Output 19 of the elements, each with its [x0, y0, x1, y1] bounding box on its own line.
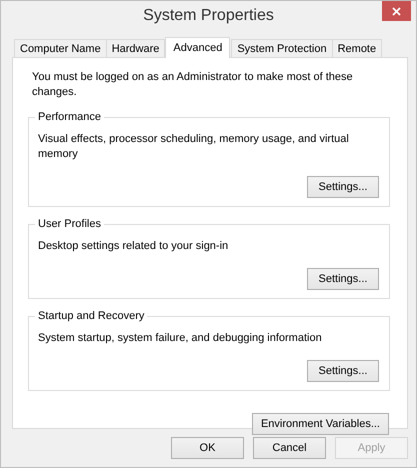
group-title: Startup and Recovery [35, 309, 148, 324]
group-description: Visual effects, processor scheduling, memory usage, and virtual memory [38, 132, 350, 162]
close-button[interactable] [382, 1, 411, 21]
tab[interactable]: Hardware [106, 39, 166, 57]
settings-button[interactable]: Settings... [307, 360, 379, 382]
tab[interactable]: Remote [332, 39, 382, 57]
tab[interactable]: Advanced [165, 37, 230, 58]
dialog-button[interactable]: OK [171, 437, 244, 459]
environment-variables-button[interactable]: Environment Variables... [252, 413, 389, 435]
dialog-button[interactable]: Cancel [253, 437, 326, 459]
group-description: Desktop settings related to your sign-in [38, 239, 230, 254]
group-description: System startup, system failure, and debugging information [38, 331, 323, 346]
tab[interactable]: Computer Name [14, 39, 107, 57]
close-icon [392, 6, 401, 16]
settings-button[interactable]: Settings... [307, 268, 379, 290]
window-title: System Properties [143, 7, 274, 25]
tab[interactable]: System Protection [231, 39, 333, 57]
settings-button[interactable]: Settings... [307, 176, 379, 198]
notice-text: You must be logged on as an Administrator to make most of these changes. [32, 70, 354, 100]
